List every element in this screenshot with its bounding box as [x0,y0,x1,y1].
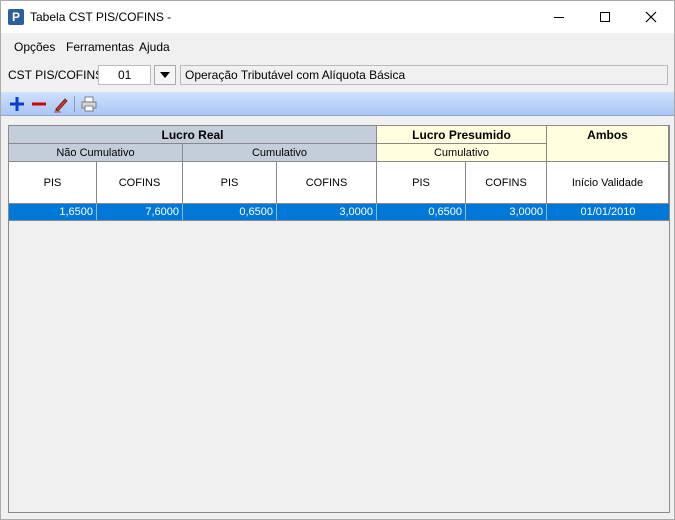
plus-icon [10,97,24,111]
cell-pis-nc[interactable]: 1,6500 [9,204,97,220]
window-title: Tabela CST PIS/COFINS - [30,10,172,24]
cst-dropdown-button[interactable] [154,65,176,85]
column-header-pis-presumido[interactable]: PIS [377,162,466,204]
header-cumulativo-real: Cumulativo [183,144,377,162]
minus-icon [32,102,46,106]
column-header-cofins-presumido[interactable]: COFINS [466,162,547,204]
cst-description-field: Operação Tributável com Alíquota Básica [180,65,668,85]
cell-pis-cum[interactable]: 0,6500 [183,204,277,220]
menu-ajuda[interactable]: Ajuda [139,40,170,54]
edit-button[interactable] [51,94,71,114]
column-header-cofins-nc[interactable]: COFINS [97,162,183,204]
column-header-inicio-validade[interactable]: Início Validade [547,162,669,204]
maximize-icon [600,12,610,22]
menu-bar: Opções Ferramentas Ajuda [1,37,674,57]
maximize-button[interactable] [582,1,628,33]
app-icon: P [8,9,24,25]
toolbar-separator [74,96,75,112]
header-ambos: Ambos [547,126,669,162]
edit-pencil-icon [54,98,68,113]
print-button[interactable] [79,94,99,114]
cell-cofins-presumido[interactable]: 3,0000 [466,204,547,220]
cst-code-field[interactable]: 01 [98,65,151,85]
menu-opcoes[interactable]: Opções [14,40,55,54]
cell-inicio-validade[interactable]: 01/01/2010 [547,204,669,220]
table-row[interactable]: 1,6500 7,6000 0,6500 3,0000 0,6500 3,000… [9,204,669,220]
minimize-icon [554,16,564,18]
printer-icon [81,96,97,112]
cst-label: CST PIS/COFINS: [8,68,107,82]
close-icon [645,11,657,23]
column-header-cofins-cum[interactable]: COFINS [277,162,377,204]
cell-cofins-nc[interactable]: 7,6000 [97,204,183,220]
add-button[interactable] [7,94,27,114]
header-lucro-real: Lucro Real [9,126,377,144]
cst-pis-cofins-grid[interactable]: Lucro Real Lucro Presumido Ambos Não Cum… [8,125,670,513]
cell-pis-presumido[interactable]: 0,6500 [377,204,466,220]
menu-ferramentas[interactable]: Ferramentas [66,40,134,54]
close-button[interactable] [628,1,674,33]
toolbar [1,92,674,116]
remove-button[interactable] [29,94,49,114]
header-nao-cumulativo: Não Cumulativo [9,144,183,162]
column-header-pis-cum[interactable]: PIS [183,162,277,204]
header-cumulativo-presumido: Cumulativo [377,144,547,162]
row-divider [9,220,669,221]
minimize-button[interactable] [536,1,582,33]
column-header-pis-nc[interactable]: PIS [9,162,97,204]
title-bar[interactable]: P Tabela CST PIS/COFINS - [1,1,674,33]
header-lucro-presumido: Lucro Presumido [377,126,547,144]
chevron-down-icon [160,72,170,78]
main-window: P Tabela CST PIS/COFINS - Opções Ferrame… [0,0,675,520]
cell-cofins-cum[interactable]: 3,0000 [277,204,377,220]
